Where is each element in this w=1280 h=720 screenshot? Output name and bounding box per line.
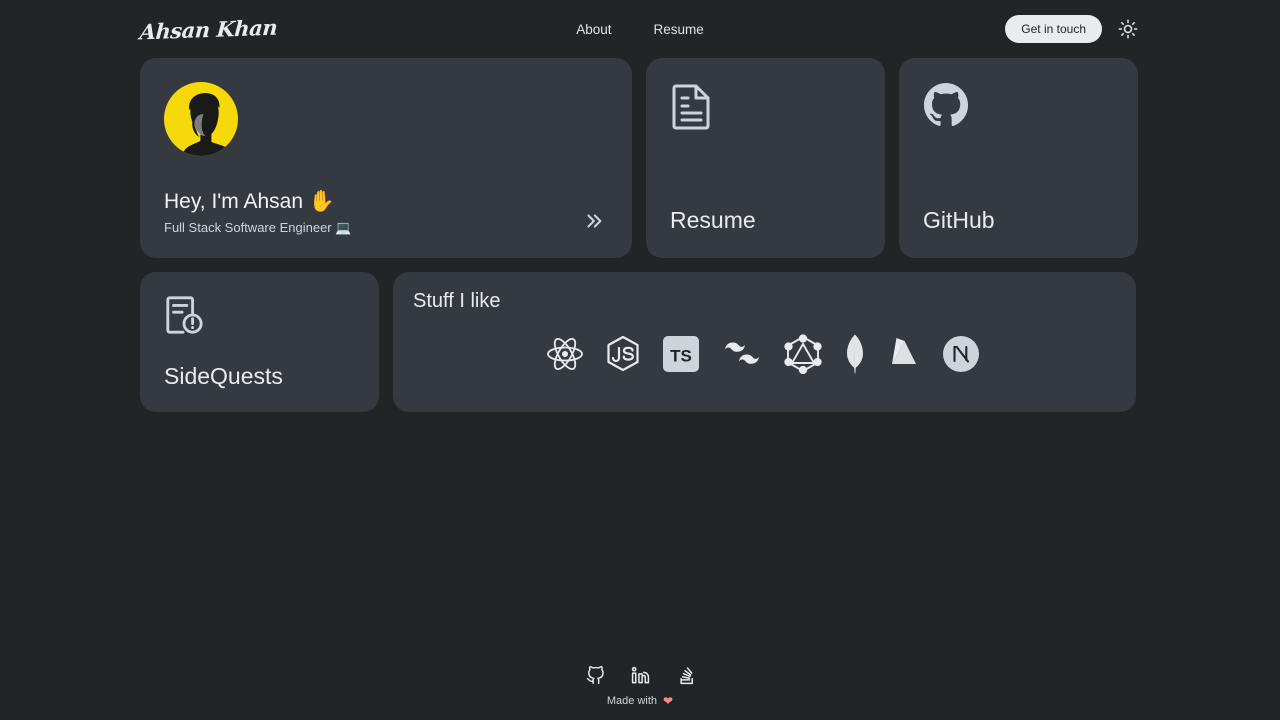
theme-toggle-button[interactable] [1116,17,1140,41]
sidequests-card-title: SideQuests [164,363,283,389]
made-with-label: Made with ❤ [607,694,673,708]
nextjs-icon[interactable] [942,335,980,373]
site-header: Ahsan Khan About Resume Get in touch [0,0,1280,58]
nav-item-resume[interactable]: Resume [654,22,704,37]
github-icon [923,82,1114,128]
mongodb-icon[interactable] [844,334,866,374]
page-root: Ahsan Khan About Resume Get in touch Hey… [0,0,1280,720]
hero-subtitle: Full Stack Software Engineer 💻 [164,220,351,236]
heart-icon: ❤ [663,694,674,708]
github-icon[interactable] [586,666,605,685]
linkedin-icon[interactable] [631,666,650,685]
header-actions: Get in touch [1005,15,1140,43]
laptop-icon: 💻 [335,221,352,236]
stackoverflow-icon[interactable] [676,666,695,685]
graphql-icon[interactable] [783,333,822,374]
hero-heading-text: Hey, I'm Ahsan [164,190,304,213]
sun-icon [1118,19,1138,39]
tech-stack-list: TS [413,313,1112,394]
site-footer: Made with ❤ [0,666,1280,708]
hero-card[interactable]: Hey, I'm Ahsan ✋ Full Stack Software Eng… [140,58,632,258]
site-logo[interactable]: Ahsan Khan [139,14,278,44]
stuff-i-like-title: Stuff I like [413,290,501,312]
waving-hand-icon: ✋ [308,189,336,213]
avatar [164,82,238,156]
card-row-bottom: SideQuests Stuff I like TS [140,272,1140,412]
get-in-touch-button[interactable]: Get in touch [1005,15,1102,43]
resume-card-title: Resume [670,207,756,233]
typescript-icon[interactable]: TS [662,335,700,373]
made-with-text: Made with [606,695,658,707]
nav-item-about[interactable]: About [576,22,611,37]
hero-heading: Hey, I'm Ahsan ✋ [164,189,351,214]
react-icon[interactable] [546,337,584,371]
document-alert-icon [164,294,355,336]
hero-text-block: Hey, I'm Ahsan ✋ Full Stack Software Eng… [164,189,608,236]
social-links [586,666,695,685]
tailwindcss-icon[interactable] [722,340,762,368]
nodejs-icon[interactable] [606,335,640,373]
hero-subtitle-text: Full Stack Software Engineer [164,220,332,235]
stuff-i-like-card: Stuff I like TS [393,272,1136,412]
sidequests-card[interactable]: SideQuests [140,272,379,412]
card-grid: Hey, I'm Ahsan ✋ Full Stack Software Eng… [0,58,1280,412]
firebase-icon[interactable] [888,335,920,373]
resume-card[interactable]: Resume [646,58,885,258]
github-card[interactable]: GitHub [899,58,1138,258]
profile-avatar [181,93,232,156]
document-icon [670,82,861,130]
svg-text:TS: TS [670,346,692,365]
card-row-top: Hey, I'm Ahsan ✋ Full Stack Software Eng… [140,58,1140,258]
double-chevron-right-icon[interactable] [582,210,608,236]
github-card-title: GitHub [923,207,995,233]
